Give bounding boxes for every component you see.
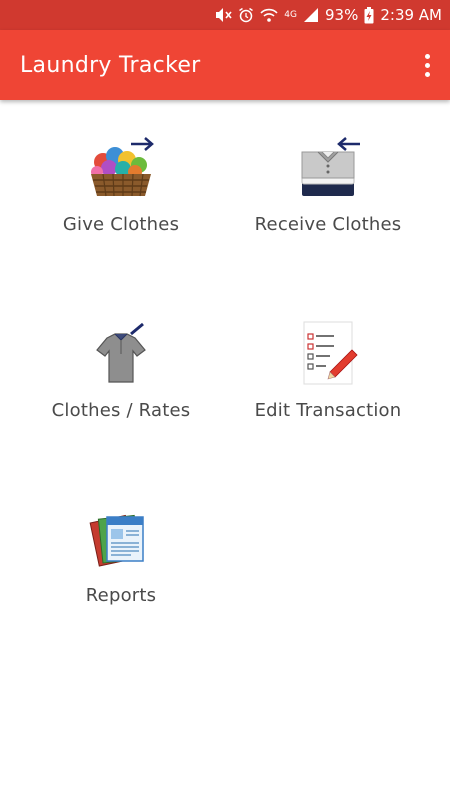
app-bar: Laundry Tracker <box>0 30 450 100</box>
reports-button[interactable]: Reports <box>21 503 221 633</box>
basket-give-icon <box>81 132 161 202</box>
overflow-dot-icon <box>424 71 430 77</box>
overflow-dot-icon <box>424 62 430 68</box>
receive-clothes-label: Receive Clothes <box>254 214 402 235</box>
network-type-label: 4G <box>284 10 297 20</box>
mute-icon <box>214 7 232 23</box>
overflow-dot-icon <box>424 53 430 59</box>
shirt-edit-icon <box>81 318 161 388</box>
give-clothes-label: Give Clothes <box>62 214 180 235</box>
edit-transaction-button[interactable]: Edit Transaction <box>228 318 428 448</box>
app-title: Laundry Tracker <box>20 52 201 78</box>
reports-icon <box>81 503 161 573</box>
signal-icon <box>303 7 319 23</box>
checklist-edit-icon <box>288 318 368 388</box>
edit-transaction-label: Edit Transaction <box>254 400 402 421</box>
battery-charging-icon <box>364 6 374 24</box>
folded-shirt-receive-icon <box>288 132 368 202</box>
receive-clothes-button[interactable]: Receive Clothes <box>228 132 428 262</box>
give-clothes-button[interactable]: Give Clothes <box>21 132 221 262</box>
alarm-icon <box>238 7 254 23</box>
clothes-rates-button[interactable]: Clothes / Rates <box>21 318 221 448</box>
clock: 2:39 AM <box>380 6 442 24</box>
status-bar: 4G 93% 2:39 AM <box>0 0 450 30</box>
clothes-rates-label: Clothes / Rates <box>51 400 191 421</box>
battery-percent: 93% <box>325 6 359 24</box>
overflow-menu-button[interactable] <box>418 50 436 80</box>
wifi-icon <box>260 7 278 23</box>
reports-label: Reports <box>85 585 157 606</box>
